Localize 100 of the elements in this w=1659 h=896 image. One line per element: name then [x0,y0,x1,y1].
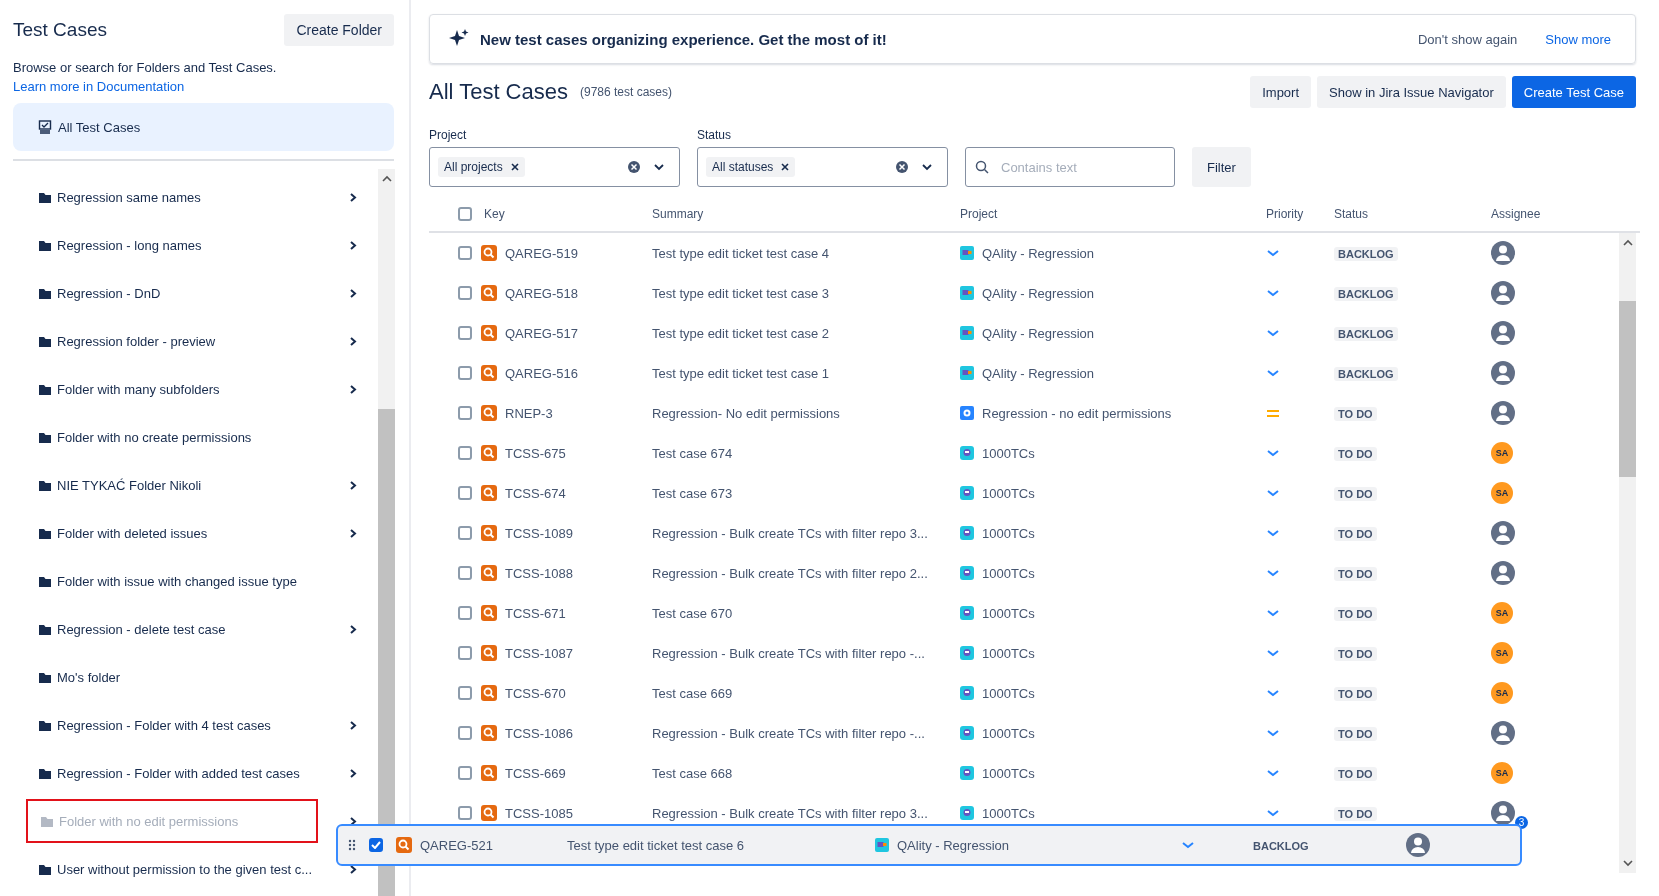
filter-button[interactable]: Filter [1192,147,1251,187]
checkbox[interactable] [458,366,472,380]
issue-key-link[interactable]: TCSS-1086 [505,725,573,741]
issue-key-link[interactable]: TCSS-674 [505,485,566,501]
folder-item[interactable]: Regression - long names [26,223,348,267]
chevron-right-icon[interactable] [348,335,358,347]
project-select[interactable]: All projects [429,147,680,187]
issue-key-link[interactable]: TCSS-675 [505,445,566,461]
checkbox[interactable] [458,606,472,620]
folder-item[interactable]: NIE TYKAĆ Folder Nikoli [26,463,348,507]
user-avatar-icon[interactable] [1491,321,1515,345]
show-more-link[interactable]: Show more [1545,31,1611,47]
issue-key-link[interactable]: TCSS-671 [505,605,566,621]
chevron-right-icon[interactable] [348,479,358,491]
folder-item[interactable]: Regression - Folder with added test cases [26,751,348,795]
create-folder-button[interactable]: Create Folder [284,14,394,46]
header-button[interactable]: Import [1250,76,1312,108]
issue-key-link[interactable]: RNEP-3 [505,405,553,421]
checkbox[interactable] [458,526,472,540]
search-field[interactable]: Contains text [965,147,1175,187]
issue-key-link[interactable]: QAREG-519 [505,245,578,261]
issue-key-link[interactable]: QAREG-517 [505,325,578,341]
issue-key-link[interactable]: QAREG-516 [505,365,578,381]
status-lozenge: TO DO [1334,806,1377,821]
issue-key-link[interactable]: TCSS-1085 [505,805,573,821]
folder-item[interactable]: Regression same names [26,175,348,219]
all-test-cases-item[interactable]: All Test Cases [13,103,394,151]
status-lozenge: BACKLOG [1334,286,1398,301]
project-name: 1000TCs [982,525,1035,541]
checkbox[interactable] [458,686,472,700]
checkbox[interactable] [369,838,383,852]
user-avatar-icon[interactable] [1491,521,1515,545]
status-select[interactable]: All statuses [697,147,948,187]
chevron-right-icon[interactable] [348,623,358,635]
column-header[interactable]: Priority [1250,207,1334,221]
column-header[interactable]: Key [481,207,652,221]
folder-item[interactable]: Mo's folder [26,655,358,699]
checkbox[interactable] [458,766,472,780]
issue-key-link[interactable]: TCSS-1089 [505,525,573,541]
issue-key-link[interactable]: TCSS-1088 [505,565,573,581]
folder-item[interactable]: Regression folder - preview [26,319,348,363]
checkbox[interactable] [458,446,472,460]
chevron-right-icon[interactable] [348,863,358,875]
column-header[interactable]: Assignee [1491,207,1551,221]
user-avatar-icon[interactable] [1406,833,1430,857]
folder-item[interactable]: Folder with deleted issues [26,511,348,555]
issue-key-link[interactable]: QAREG-521 [420,837,493,853]
checkbox[interactable] [458,726,472,740]
user-avatar-icon[interactable] [1491,801,1515,825]
issue-key-link[interactable]: TCSS-1087 [505,645,573,661]
user-avatar[interactable]: SA [1491,602,1513,624]
chevron-right-icon[interactable] [348,239,358,251]
user-avatar[interactable]: SA [1491,762,1513,784]
user-avatar[interactable]: SA [1491,482,1513,504]
folder-item[interactable]: Regression - delete test case [26,607,348,651]
checkbox[interactable] [458,566,472,580]
column-header[interactable]: Status [1334,207,1491,221]
checkbox[interactable] [458,646,472,660]
folder-item[interactable]: Folder with no create permissions [26,415,358,459]
issue-key-link[interactable]: TCSS-669 [505,765,566,781]
checkbox[interactable] [458,246,472,260]
checkbox[interactable] [458,326,472,340]
user-avatar-icon[interactable] [1491,241,1515,265]
user-avatar-icon[interactable] [1491,281,1515,305]
chevron-down-icon [653,162,665,172]
user-avatar-icon[interactable] [1491,721,1515,745]
chevron-right-icon[interactable] [348,767,358,779]
clear-icon [895,160,909,174]
checkbox[interactable] [458,486,472,500]
chevron-right-icon[interactable] [348,719,358,731]
user-avatar[interactable]: SA [1491,442,1513,464]
user-avatar-icon[interactable] [1491,361,1515,385]
folder-item[interactable]: Folder with many subfolders [26,367,348,411]
project-name: QAlity - Regression [982,285,1094,301]
checkbox[interactable] [458,406,472,420]
issue-key-link[interactable]: QAREG-518 [505,285,578,301]
dismiss-link[interactable]: Don't show again [1417,31,1518,47]
summary-cell-text: Test case 669 [652,685,734,701]
issue-key-link[interactable]: TCSS-670 [505,685,566,701]
chevron-right-icon[interactable] [348,383,358,395]
scrollbar[interactable] [378,169,395,896]
folder-item[interactable]: Regression - DnD [26,271,348,315]
header-button[interactable]: Show in Jira Issue Navigator [1317,76,1506,108]
folder-item[interactable]: Regression - Folder with 4 test cases [26,703,348,747]
user-avatar[interactable]: SA [1491,682,1513,704]
checkbox[interactable] [458,286,472,300]
documentation-link[interactable]: Learn more in Documentation [13,79,394,94]
user-avatar-icon[interactable] [1491,401,1515,425]
chevron-right-icon[interactable] [348,527,358,539]
folder-item[interactable]: Folder with issue with changed issue type [26,559,358,603]
user-avatar[interactable]: SA [1491,642,1513,664]
column-header[interactable]: Summary [652,207,960,221]
user-avatar-icon[interactable] [1491,561,1515,585]
scrollbar[interactable] [1619,233,1636,873]
chevron-right-icon[interactable] [348,191,358,203]
header-button[interactable]: Create Test Case [1511,76,1636,108]
checkbox[interactable] [458,806,472,820]
column-header[interactable]: Project [960,207,1250,221]
chevron-right-icon[interactable] [348,287,358,299]
checkbox[interactable] [458,207,472,221]
